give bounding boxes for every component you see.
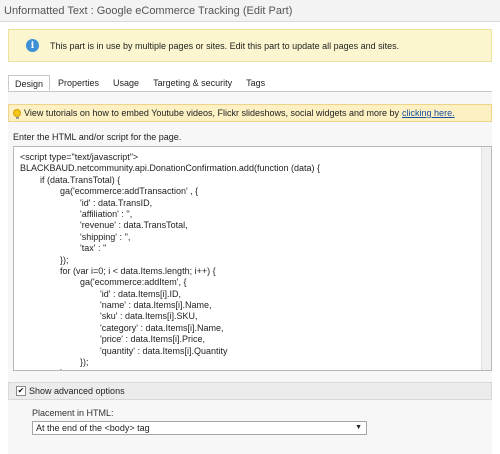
- editor-scrollbar[interactable]: [481, 147, 491, 370]
- info-icon: i: [26, 39, 39, 52]
- code-line: <script type="text/javascript">: [20, 152, 139, 162]
- placement-label: Placement in HTML:: [32, 408, 114, 418]
- code-line: 'id' : data.Items[i].ID,: [20, 288, 181, 299]
- html-code-editor[interactable]: <script type="text/javascript"> BLACKBAUD…: [13, 146, 492, 371]
- window-title: Unformatted Text : Google eCommerce Trac…: [0, 0, 500, 22]
- code-line: 'affiliation' : '',: [20, 208, 133, 219]
- tutorial-link[interactable]: clicking here.: [402, 108, 455, 118]
- code-line: 'sku' : data.Items[i].SKU,: [20, 311, 198, 322]
- code-line: 'category' : data.Items[i].Name,: [20, 322, 224, 333]
- tab-tags[interactable]: Tags: [240, 75, 271, 91]
- tab-usage[interactable]: Usage: [107, 75, 145, 91]
- code-line: 'tax' : '': [20, 243, 107, 254]
- placement-selected-value: At the end of the <body> tag: [36, 423, 150, 433]
- code-line: });: [20, 357, 89, 368]
- code-line: if (data.TransTotal) {: [20, 174, 121, 185]
- show-advanced-checkbox[interactable]: ✔: [16, 386, 26, 396]
- tutorial-banner: View tutorials on how to embed Youtube v…: [8, 104, 492, 122]
- code-line: });: [20, 254, 69, 265]
- code-text: <script type="text/javascript"> BLACKBAUD…: [20, 152, 320, 370]
- tab-properties[interactable]: Properties: [52, 75, 105, 91]
- notice-text: This part is in use by multiple pages or…: [50, 40, 400, 51]
- code-line: 'price' : data.Items[i].Price,: [20, 334, 205, 345]
- lightbulb-icon: [13, 109, 21, 119]
- advanced-options-bar: ✔ Show advanced options: [8, 382, 492, 400]
- code-line: for (var i=0; i < data.Items.length; i++…: [20, 265, 216, 276]
- shared-part-notice: i This part is in use by multiple pages …: [8, 29, 492, 62]
- code-line: 'quantity' : data.Items[i].Quantity: [20, 345, 228, 356]
- code-line: BLACKBAUD.netcommunity.api.DonationConfi…: [20, 163, 320, 174]
- tab-targeting-security[interactable]: Targeting & security: [147, 75, 238, 91]
- placement-select[interactable]: At the end of the <body> tag ▼: [32, 421, 367, 435]
- code-line: 'shipping' : '',: [20, 231, 131, 242]
- editor-instruction: Enter the HTML and/or script for the pag…: [13, 132, 182, 142]
- chevron-down-icon: ▼: [355, 424, 362, 431]
- code-line: 'name' : data.Items[i].Name,: [20, 300, 212, 311]
- code-line: 'revenue' : data.TransTotal,: [20, 220, 188, 231]
- code-line: ga('ecommerce:addTransaction' , {: [20, 186, 199, 197]
- tab-design[interactable]: Design: [8, 75, 51, 91]
- code-line: 'id' : data.TransID,: [20, 197, 153, 208]
- show-advanced-label[interactable]: Show advanced options: [29, 386, 125, 396]
- tutorial-text: View tutorials on how to embed Youtube v…: [24, 108, 400, 118]
- tab-bar: Design Properties Usage Targeting & secu…: [8, 75, 492, 92]
- code-line: }: [20, 368, 320, 370]
- code-line: ga('ecommerce:addItem', {: [20, 277, 187, 288]
